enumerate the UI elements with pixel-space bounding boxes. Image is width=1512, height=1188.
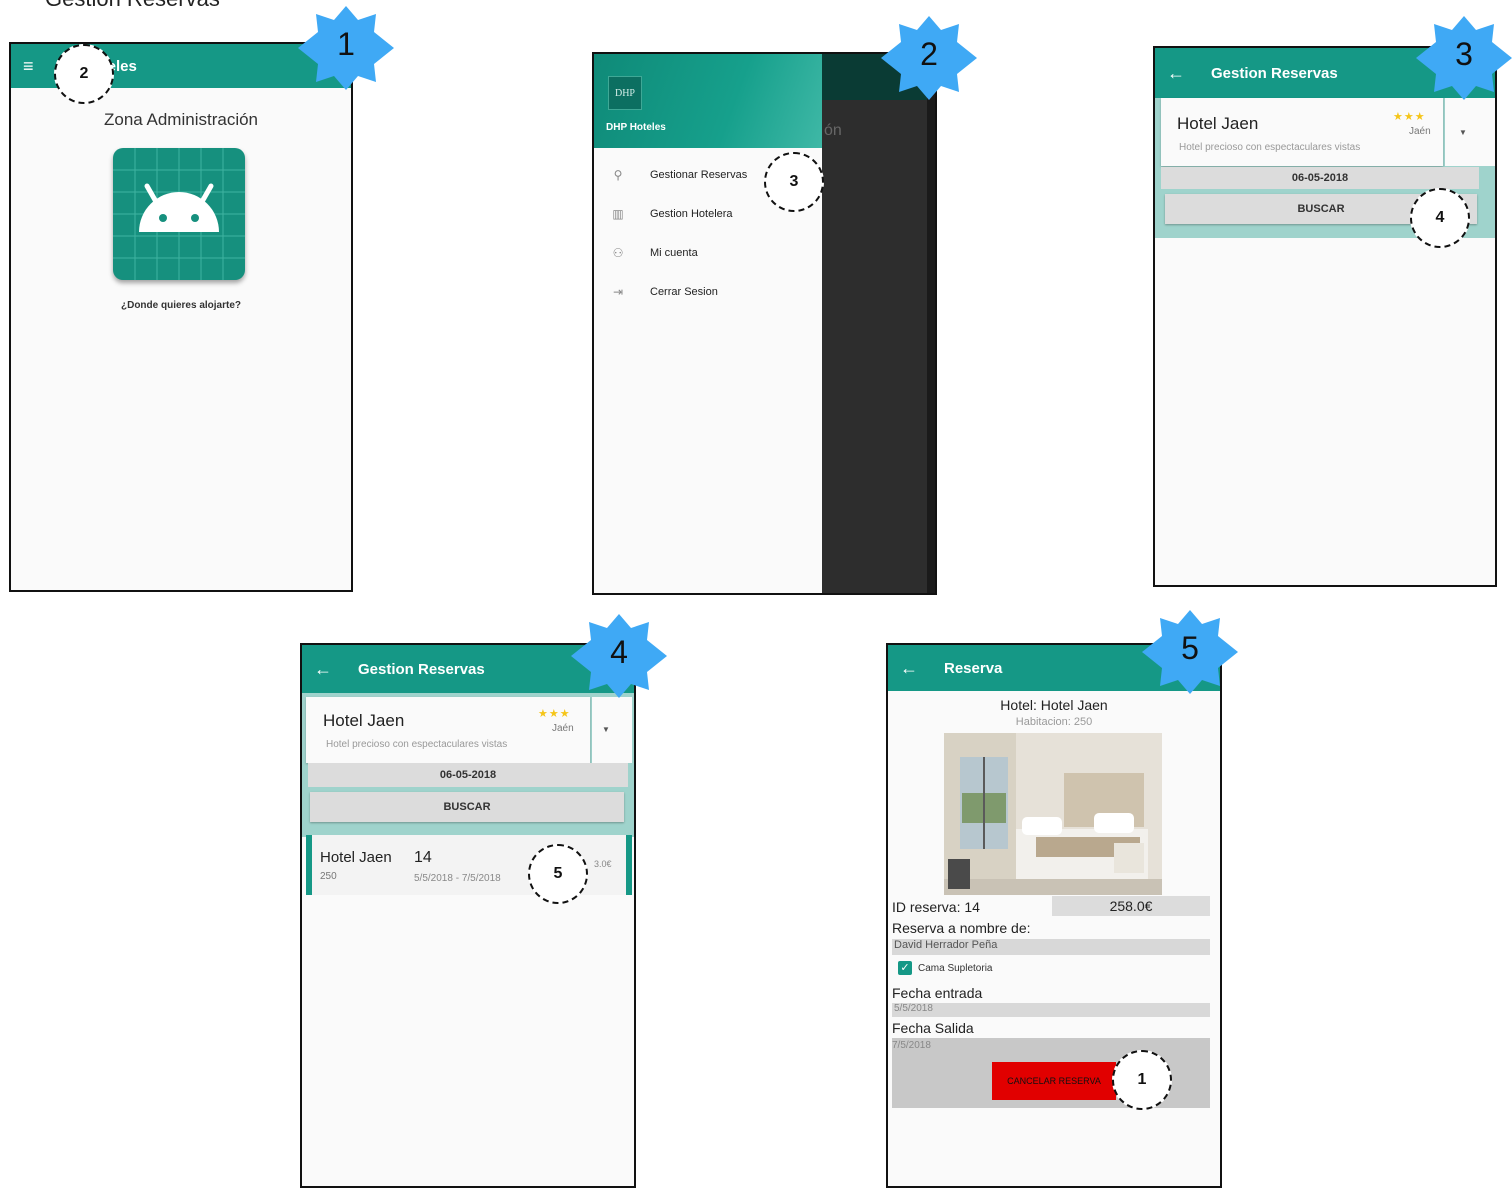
price-field: 258.0€	[1052, 896, 1210, 916]
checkbox-checked-icon: ✓	[898, 961, 912, 975]
hotel-name: Hotel Jaen	[323, 711, 405, 730]
toolbar-title: Reserva	[944, 659, 1003, 677]
dimmed-title-fragment: ón	[824, 122, 842, 139]
drawer-item-label: Gestionar Reservas	[650, 169, 748, 181]
dropdown-caret-area[interactable]: ▼	[592, 697, 632, 763]
guest-name-field[interactable]: David Herrador Peña	[892, 939, 1210, 955]
checkout-label: Fecha Salida	[892, 1020, 974, 1036]
screen-4-search-results: ← Gestion Reservas Hotel Jaen Hotel prec…	[300, 643, 636, 1188]
building-icon: ▥	[612, 207, 624, 221]
step-number: 2	[920, 36, 938, 72]
guest-name-label: Reserva a nombre de:	[892, 920, 1031, 936]
step-badge-1: 1	[298, 6, 394, 90]
step-number: 4	[610, 634, 628, 670]
drawer-item-label: Cerrar Sesion	[650, 286, 718, 298]
checkin-label: Fecha entrada	[892, 985, 983, 1001]
step-badge-5: 5	[1142, 610, 1238, 694]
date-field[interactable]: 06-05-2018	[308, 763, 628, 787]
person-icon: ⚇	[612, 246, 624, 260]
hotel-desk-icon: ⚲	[613, 168, 623, 182]
hotel-selector[interactable]: Hotel Jaen Hotel precioso con espectacul…	[1161, 98, 1443, 166]
drawer-item-label: Gestion Hotelera	[650, 208, 733, 220]
result-hotel-name: Hotel Jaen	[320, 849, 392, 866]
screen-1-admin-home: ≡ oteles Zona Administración ¿Donde quie…	[9, 42, 353, 592]
reservation-id: ID reserva: 14	[892, 899, 980, 915]
cancel-reservation-button[interactable]: CANCELAR RESERVA	[992, 1062, 1116, 1100]
hotel-line: Hotel: Hotel Jaen	[1000, 697, 1108, 713]
zone-title: Zona Administración	[103, 110, 259, 129]
result-price: 3.0€	[594, 859, 612, 869]
page-heading: Gestion Reservas	[45, 0, 220, 12]
step-badge-2: 2	[881, 16, 977, 100]
step-number: 1	[337, 26, 355, 62]
star-rating: ★★★	[538, 708, 571, 720]
destination-question: ¿Donde quieres alojarte?	[120, 300, 242, 311]
logo-text: DHP	[614, 87, 635, 99]
android-app-icon[interactable]	[113, 148, 245, 280]
chevron-down-icon: ▼	[1459, 128, 1467, 137]
chevron-down-icon: ▼	[602, 725, 610, 734]
app-name: DHP Hoteles	[606, 122, 666, 133]
result-id: 14	[414, 849, 432, 866]
extra-bed-label: Cama Supletoria	[918, 962, 993, 974]
step-number: 3	[1455, 36, 1473, 72]
back-arrow-icon[interactable]: ←	[900, 658, 918, 679]
android-robot-icon	[113, 148, 245, 280]
checkout-value: 7/5/2018	[892, 1040, 931, 1051]
callout-1: 1	[1112, 1050, 1172, 1110]
toolbar-title: Gestion Reservas	[1211, 64, 1338, 82]
callout-3: 3	[764, 152, 824, 212]
back-arrow-icon[interactable]: ←	[314, 659, 332, 680]
step-number: 5	[1181, 630, 1199, 666]
toolbar-title: Gestion Reservas	[358, 660, 485, 678]
drawer-item-label: Mi cuenta	[650, 247, 698, 259]
extra-bed-checkbox[interactable]: ✓ Cama Supletoria	[898, 961, 992, 975]
hotel-city: Jaén	[552, 723, 574, 734]
step-badge-3: 3	[1416, 16, 1512, 100]
screen-3-gestion-reservas: ← Gestion Reservas Hotel Jaen Hotel prec…	[1153, 46, 1497, 587]
hotel-city: Jaén	[1409, 126, 1431, 137]
result-dates: 5/5/2018 - 7/5/2018	[414, 873, 501, 884]
back-arrow-icon[interactable]: ←	[1167, 63, 1185, 84]
room-line: Habitacion: 250	[1015, 716, 1093, 728]
callout-2: 2	[54, 44, 114, 104]
screen-2-navigation-drawer: ón DHP DHP Hoteles ⚲ Gestionar Reservas …	[592, 52, 937, 595]
drawer-item-mi-cuenta[interactable]: ⚇ Mi cuenta	[594, 234, 820, 272]
screen-5-reserva-detail: ← Reserva Hotel: Hotel Jaen Habitacion: …	[886, 643, 1222, 1188]
callout-5: 5	[528, 844, 588, 904]
hamburger-icon[interactable]: ≡	[23, 56, 34, 77]
callout-4: 4	[1410, 188, 1470, 248]
drawer-item-cerrar-sesion[interactable]: ⇥ Cerrar Sesion	[594, 273, 820, 311]
result-room: 250	[320, 871, 337, 882]
checkin-field[interactable]: 5/5/2018	[892, 1003, 1210, 1017]
drawer-panel: DHP DHP Hoteles ⚲ Gestionar Reservas ▥ G…	[594, 54, 822, 593]
scrim-edge	[927, 54, 935, 593]
hotel-name: Hotel Jaen	[1177, 114, 1259, 133]
hotel-description: Hotel precioso con espectaculares vistas	[326, 739, 508, 750]
step-badge-4: 4	[571, 614, 667, 698]
star-rating: ★★★	[1393, 111, 1426, 123]
logout-icon: ⇥	[612, 285, 624, 299]
room-photo	[944, 733, 1162, 895]
dropdown-caret-area[interactable]: ▼	[1445, 98, 1495, 166]
buscar-button[interactable]: BUSCAR	[310, 792, 624, 822]
date-field[interactable]: 06-05-2018	[1161, 167, 1479, 189]
hotel-description: Hotel precioso con espectaculares vistas	[1179, 142, 1361, 153]
hotel-selector[interactable]: Hotel Jaen Hotel precioso con espectacul…	[306, 697, 590, 763]
hotel-room-image	[944, 733, 1162, 895]
drawer-header: DHP DHP Hoteles	[594, 54, 822, 148]
dhp-logo: DHP	[608, 76, 642, 110]
